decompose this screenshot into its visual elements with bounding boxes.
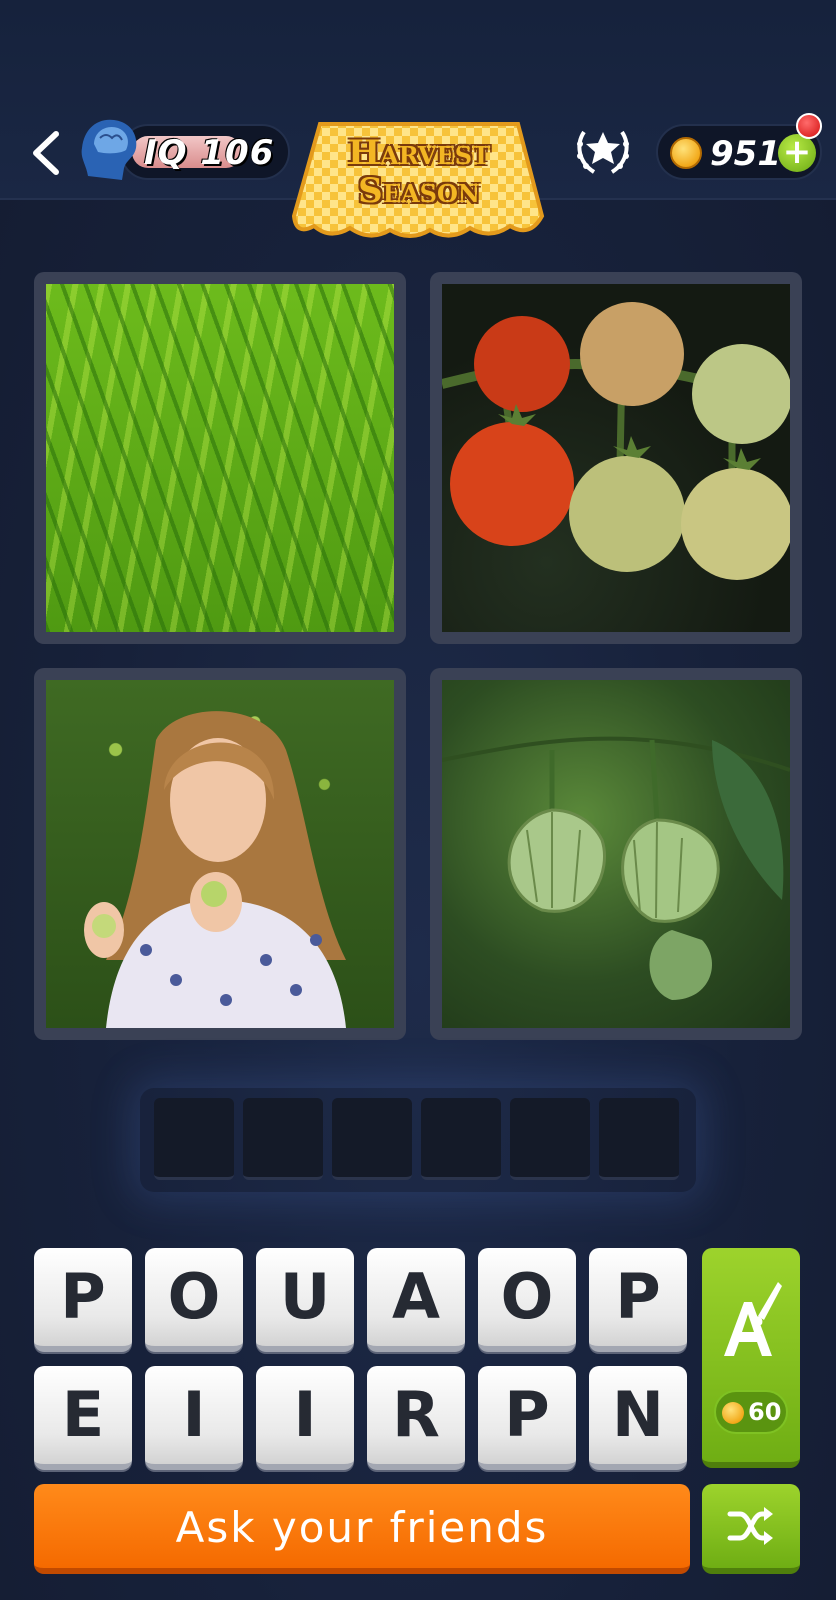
answer-slot[interactable]: [243, 1098, 323, 1180]
answer-slot[interactable]: [599, 1098, 679, 1180]
plus-icon[interactable]: +: [778, 134, 816, 172]
coin-count: 951: [710, 134, 781, 174]
girl-eating-sour-fruit-image: [46, 680, 394, 1028]
banner-title-line1: Harvest: [348, 133, 490, 173]
letter-brush-icon: [724, 1282, 782, 1356]
letter-key[interactable]: O: [478, 1248, 576, 1352]
coin-icon: [722, 1402, 744, 1424]
shuffle-icon: [727, 1507, 773, 1545]
banner-title-line2: Season: [358, 171, 480, 211]
notification-dot: [796, 113, 822, 139]
physalis-husks-image: [442, 680, 790, 1028]
answer-slot[interactable]: [421, 1098, 501, 1180]
tomatoes-on-vine-image: [442, 284, 790, 632]
letter-key[interactable]: U: [256, 1248, 354, 1352]
letter-key[interactable]: O: [145, 1248, 243, 1352]
letter-key[interactable]: P: [34, 1248, 132, 1352]
answer-slots: [140, 1088, 696, 1192]
hint-cost: 60: [748, 1398, 782, 1426]
reveal-letter-hint-button[interactable]: 60: [702, 1248, 800, 1468]
picture-tile-1[interactable]: [34, 272, 406, 644]
picture-tile-2[interactable]: [430, 272, 802, 644]
letter-key[interactable]: N: [589, 1366, 687, 1470]
letter-key[interactable]: R: [367, 1366, 465, 1470]
letter-key[interactable]: I: [256, 1366, 354, 1470]
brain-head-icon: [81, 119, 137, 180]
coin-icon: [670, 137, 702, 169]
answer-slot[interactable]: [510, 1098, 590, 1180]
answer-slot[interactable]: [154, 1098, 234, 1180]
picture-tile-4[interactable]: [430, 668, 802, 1040]
iq-indicator[interactable]: IQ 106: [120, 124, 290, 180]
letter-key[interactable]: E: [34, 1366, 132, 1470]
letter-key[interactable]: I: [145, 1366, 243, 1470]
letter-key[interactable]: P: [478, 1366, 576, 1470]
letter-key[interactable]: P: [589, 1248, 687, 1352]
letter-key[interactable]: A: [367, 1248, 465, 1352]
picture-tile-3[interactable]: [34, 668, 406, 1040]
hint-cost-badge: 60: [714, 1390, 788, 1434]
shuffle-button[interactable]: [702, 1484, 800, 1574]
laurel-star-icon[interactable]: [572, 122, 634, 180]
answer-slot[interactable]: [332, 1098, 412, 1180]
iq-value: IQ 106: [144, 133, 275, 173]
back-chevron-icon[interactable]: [28, 128, 64, 178]
event-banner[interactable]: Harvest Season: [290, 120, 548, 244]
green-bananas-image: [46, 284, 394, 632]
ask-friends-button[interactable]: Ask your friends: [34, 1484, 690, 1574]
